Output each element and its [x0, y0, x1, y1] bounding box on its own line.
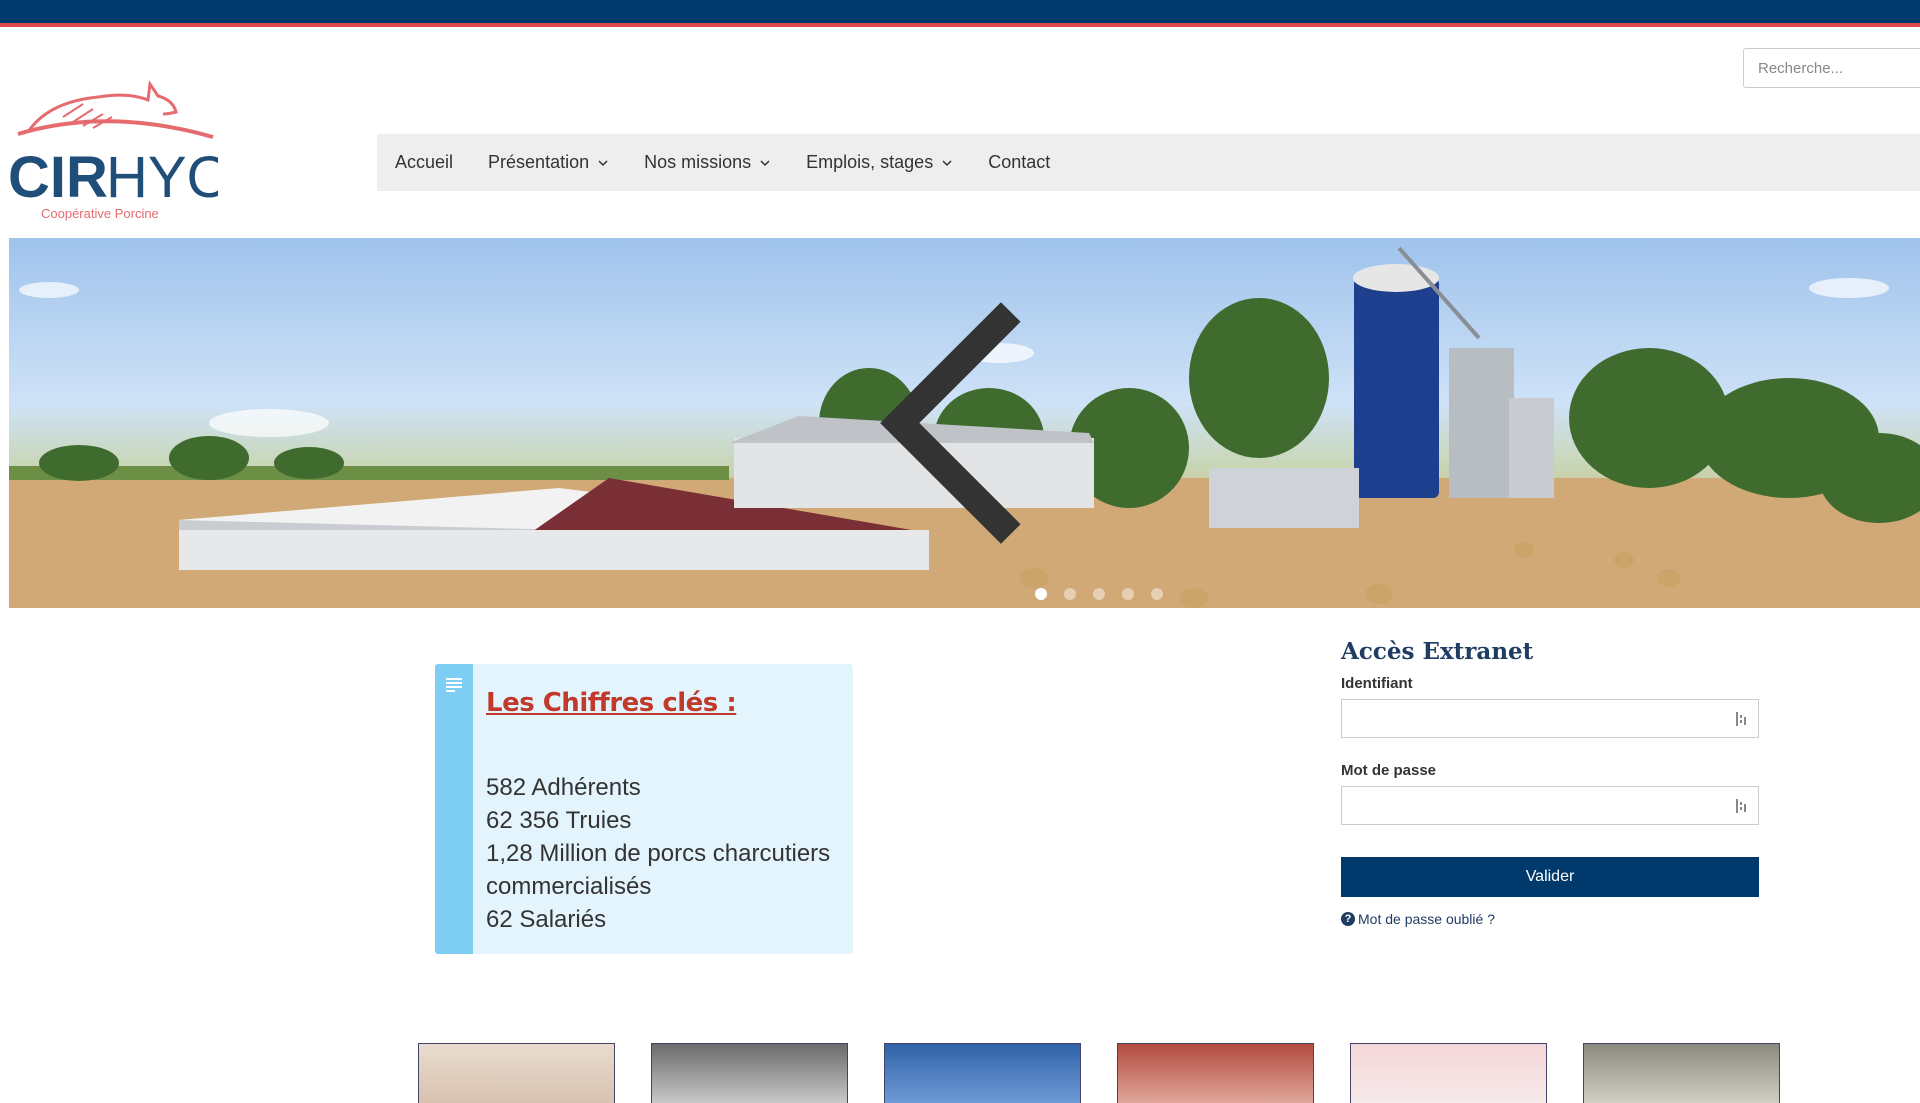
password-field[interactable] [1342, 787, 1758, 824]
identifiant-label: Identifiant [1341, 675, 1413, 692]
valider-button[interactable]: Valider [1341, 857, 1759, 897]
nav-item-label: Contact [988, 152, 1051, 172]
slider-dot[interactable] [1122, 588, 1134, 600]
nav-item-label: Accueil [395, 152, 454, 172]
slider-dot[interactable] [1093, 588, 1105, 600]
thumb-barn-interior[interactable] [651, 1043, 848, 1103]
key-figure-line: commercialisés [486, 873, 652, 900]
key-figures-sidebar [435, 664, 473, 954]
identifiant-field-wrap [1341, 699, 1759, 738]
question-circle-icon: ? [1341, 912, 1355, 926]
cirhyo-logo[interactable]: CIR HYO Coopérative Porcine [8, 62, 232, 227]
thumb-piglet[interactable] [418, 1043, 615, 1103]
slider-dot[interactable] [1151, 588, 1163, 600]
key-figures-list: 582 Adhérents 62 356 Truies 1,28 Million… [486, 771, 830, 936]
logo-text-right: HYO [106, 145, 218, 210]
extranet-login: Accès Extranet Identifiant Mot de passe … [1341, 638, 1759, 927]
logo-tagline: Coopérative Porcine [41, 206, 159, 221]
nav-item-label: Présentation [488, 152, 590, 172]
text-lines-icon [446, 678, 462, 692]
top-bar [0, 0, 1920, 27]
main-nav: Accueil Présentation Nos missions Emploi… [377, 134, 1920, 191]
thumb-worker[interactable] [1583, 1043, 1780, 1103]
extranet-title: Accès Extranet [1341, 638, 1534, 665]
nav-item-emplois-stages[interactable]: Emplois, stages [806, 152, 953, 173]
logo-text-left: CIR [8, 145, 108, 210]
forgot-password-link[interactable]: ? Mot de passe oublié ? [1341, 911, 1759, 927]
identifiant-field[interactable] [1342, 700, 1758, 737]
chevron-left-icon[interactable] [9, 238, 1920, 608]
nav-item-label: Emplois, stages [806, 152, 934, 172]
chevron-down-icon [760, 159, 770, 166]
nav-item-contact[interactable]: Contact [988, 152, 1050, 173]
nav-item-accueil[interactable]: Accueil [395, 152, 453, 173]
hero-slider[interactable] [9, 238, 1920, 608]
key-figures-title: Les Chiffres clés : [486, 688, 737, 718]
thumbnail-row [418, 1043, 1780, 1103]
key-figures-box: Les Chiffres clés : 582 Adhérents 62 356… [435, 664, 853, 954]
nav-item-presentation[interactable]: Présentation [488, 152, 609, 173]
slider-dot[interactable] [1064, 588, 1076, 600]
search-input[interactable] [1743, 48, 1920, 88]
slider-dot[interactable] [1035, 588, 1047, 600]
password-manager-icon[interactable] [1734, 711, 1748, 727]
nav-item-label: Nos missions [644, 152, 752, 172]
chevron-down-icon [598, 159, 608, 166]
nav-item-nos-missions[interactable]: Nos missions [644, 152, 771, 173]
password-manager-icon[interactable] [1734, 798, 1748, 814]
key-figure-line: 1,28 Million de porcs charcutiers [486, 840, 831, 867]
pig-logo-icon: CIR HYO Coopérative Porcine [8, 79, 232, 221]
slider-dots [1035, 588, 1163, 600]
key-figure-line: 62 Salariés [486, 906, 607, 933]
thumb-meat[interactable] [1117, 1043, 1314, 1103]
chevron-down-icon [942, 159, 952, 166]
key-figure-line: 62 356 Truies [486, 807, 632, 834]
thumb-sky[interactable] [884, 1043, 1081, 1103]
thumb-pig[interactable] [1350, 1043, 1547, 1103]
password-label: Mot de passe [1341, 762, 1437, 779]
forgot-password-label: Mot de passe oublié ? [1358, 911, 1495, 927]
password-field-wrap [1341, 786, 1759, 825]
key-figure-line: 582 Adhérents [486, 774, 641, 801]
